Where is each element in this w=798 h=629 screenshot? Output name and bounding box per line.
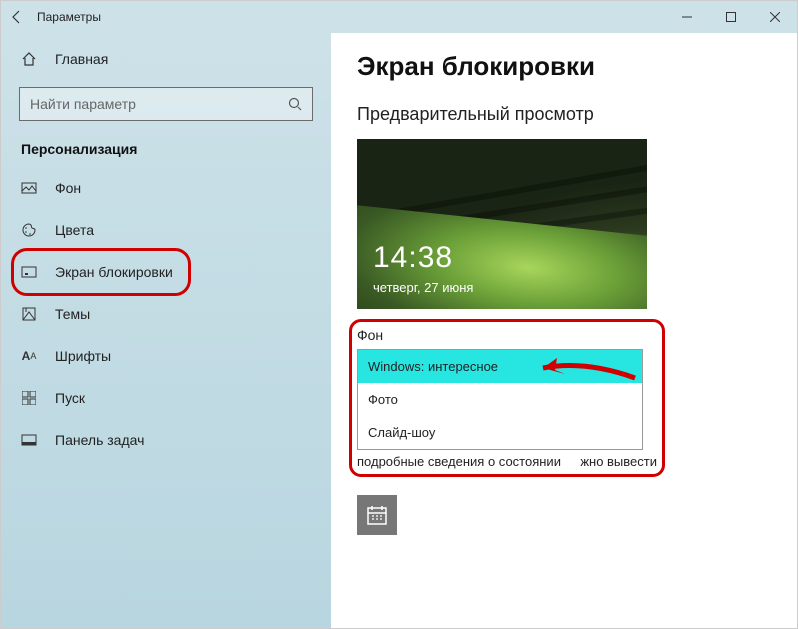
calendar-app-tile[interactable]: [357, 495, 397, 535]
sidebar-item-start[interactable]: Пуск: [1, 377, 331, 419]
lockscreen-icon: [21, 264, 37, 280]
sidebar-item-label: Панель задач: [55, 432, 144, 448]
palette-icon: [21, 222, 37, 238]
sidebar-item-themes[interactable]: Темы: [1, 293, 331, 335]
back-button[interactable]: [1, 10, 33, 24]
sidebar-item-label: Цвета: [55, 222, 94, 238]
sidebar-item-lockscreen[interactable]: Экран блокировки: [1, 251, 331, 293]
search-icon: [278, 97, 312, 111]
home-icon: [21, 51, 37, 67]
sidebar: Главная Персонализация Фон Цвета: [1, 33, 331, 628]
background-label: Фон: [357, 323, 657, 347]
background-dropdown[interactable]: Windows: интересное Фото Слайд-шоу: [357, 349, 643, 450]
sidebar-item-colors[interactable]: Цвета: [1, 209, 331, 251]
page-title: Экран блокировки: [357, 51, 771, 82]
themes-icon: [21, 306, 37, 322]
background-section: Фон Windows: интересное Фото Слайд-шоу: [357, 323, 657, 475]
sidebar-item-label: Темы: [55, 306, 90, 322]
sidebar-item-taskbar[interactable]: Панель задач: [1, 419, 331, 461]
main-content: Экран блокировки Предварительный просмот…: [331, 33, 797, 628]
sidebar-item-label: Фон: [55, 180, 81, 196]
taskbar-icon: [21, 432, 37, 448]
sidebar-item-label: Шрифты: [55, 348, 111, 364]
search-box[interactable]: [19, 87, 313, 121]
close-button[interactable]: [753, 1, 797, 33]
dropdown-option-label: Windows: интересное: [368, 359, 498, 374]
preview-time: 14:38: [373, 241, 453, 275]
dropdown-option-spotlight[interactable]: Windows: интересное: [358, 350, 642, 383]
minimize-button[interactable]: [665, 1, 709, 33]
window-title: Параметры: [33, 10, 101, 24]
sidebar-item-fonts[interactable]: AA Шрифты: [1, 335, 331, 377]
section-header: Персонализация: [1, 133, 331, 167]
dropdown-option-label: Слайд-шоу: [368, 425, 435, 440]
search-input[interactable]: [20, 96, 278, 112]
start-icon: [21, 391, 37, 405]
lockscreen-preview: 14:38 четверг, 27 июня: [357, 139, 647, 309]
sidebar-item-label: Пуск: [55, 390, 85, 406]
calendar-icon: [366, 504, 388, 526]
dropdown-option-slideshow[interactable]: Слайд-шоу: [358, 416, 642, 449]
dropdown-option-label: Фото: [368, 392, 398, 407]
sidebar-item-background[interactable]: Фон: [1, 167, 331, 209]
nav-home[interactable]: Главная: [1, 39, 331, 79]
dropdown-option-photo[interactable]: Фото: [358, 383, 642, 416]
sidebar-item-label: Экран блокировки: [55, 264, 173, 280]
maximize-button[interactable]: [709, 1, 753, 33]
fonts-icon: AA: [21, 349, 37, 363]
titlebar: Параметры: [1, 1, 797, 33]
preview-date: четверг, 27 июня: [373, 280, 473, 295]
picture-icon: [21, 180, 37, 196]
preview-heading: Предварительный просмотр: [357, 104, 771, 125]
obscured-text: подробные сведения о состоянии жно вывес…: [357, 454, 657, 469]
nav-home-label: Главная: [55, 51, 108, 67]
